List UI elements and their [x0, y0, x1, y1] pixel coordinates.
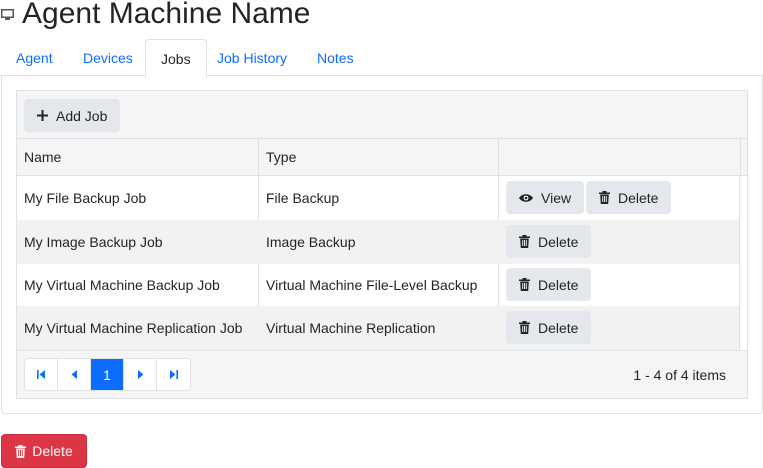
job-name-cell: My Virtual Machine Replication Job	[24, 320, 243, 336]
delete-agent-button[interactable]: Delete	[1, 434, 87, 468]
trash-icon	[599, 191, 610, 204]
pager-buttons: 1	[24, 358, 191, 391]
grid-pager: 1 1 - 4 of 4 items	[17, 350, 747, 398]
table-header: Name Type	[17, 139, 747, 176]
tab-bar: Agent Devices Jobs Job History Notes	[0, 39, 763, 77]
trash-icon	[519, 321, 530, 334]
delete-job-label: Delete	[538, 233, 579, 250]
first-page-icon[interactable]	[25, 359, 58, 390]
page-title: Agent Machine Name	[0, 0, 311, 34]
delete-job-label: Delete	[538, 319, 579, 336]
next-page-icon[interactable]	[124, 359, 157, 390]
eye-icon	[519, 193, 533, 202]
trash-icon	[519, 278, 530, 291]
job-name-cell: My Image Backup Job	[24, 234, 163, 250]
table-row: My Virtual Machine Backup Job Virtual Ma…	[17, 263, 739, 307]
job-type-cell: Image Backup	[266, 234, 356, 250]
column-header-name[interactable]: Name	[17, 139, 61, 176]
delete-agent-label: Delete	[32, 443, 73, 459]
last-page-icon[interactable]	[157, 359, 190, 390]
vertical-scrollbar[interactable]	[739, 176, 747, 350]
header-scroll-separator	[740, 139, 741, 176]
table-row: My Image Backup Job Image Backup Delete	[17, 220, 739, 264]
job-name-cell: My Virtual Machine Backup Job	[24, 277, 220, 293]
view-label: View	[541, 189, 572, 206]
pager-info: 1 - 4 of 4 items	[633, 367, 726, 383]
tab-job-history[interactable]: Job History	[202, 39, 302, 76]
delete-job-button[interactable]: Delete	[506, 225, 592, 258]
tab-jobs[interactable]: Jobs	[145, 39, 207, 77]
monitor-icon	[1, 9, 14, 20]
jobs-grid: Add Job Name Type My File Backup Job Fil…	[16, 90, 748, 399]
job-type-cell: Virtual Machine File-Level Backup	[266, 277, 478, 293]
grid-toolbar: Add Job	[17, 91, 747, 139]
job-type-cell: File Backup	[266, 190, 340, 206]
trash-icon	[519, 235, 530, 248]
page-title-text: Agent Machine Name	[22, 0, 311, 30]
column-header-type[interactable]: Type	[259, 139, 296, 176]
job-type-cell: Virtual Machine Replication	[266, 320, 436, 336]
table-row: My Virtual Machine Replication Job Virtu…	[17, 306, 739, 350]
add-job-button[interactable]: Add Job	[24, 99, 121, 132]
delete-job-label: Delete	[538, 276, 579, 293]
delete-job-label: Delete	[618, 189, 659, 206]
table-row: My File Backup Job File Backup View Dele…	[17, 176, 739, 220]
add-job-label: Add Job	[56, 107, 108, 124]
plus-icon	[37, 110, 48, 121]
view-button[interactable]: View	[506, 181, 585, 214]
job-name-cell: My File Backup Job	[24, 190, 147, 206]
previous-page-icon[interactable]	[58, 359, 91, 390]
delete-job-button[interactable]: Delete	[506, 268, 592, 301]
delete-job-button[interactable]: Delete	[506, 311, 592, 344]
tab-agent[interactable]: Agent	[1, 39, 68, 76]
tab-notes[interactable]: Notes	[302, 39, 369, 76]
delete-job-button[interactable]: Delete	[586, 181, 672, 214]
trash-icon	[15, 444, 27, 458]
page-button-current[interactable]: 1	[91, 359, 124, 390]
tab-devices[interactable]: Devices	[68, 39, 148, 76]
